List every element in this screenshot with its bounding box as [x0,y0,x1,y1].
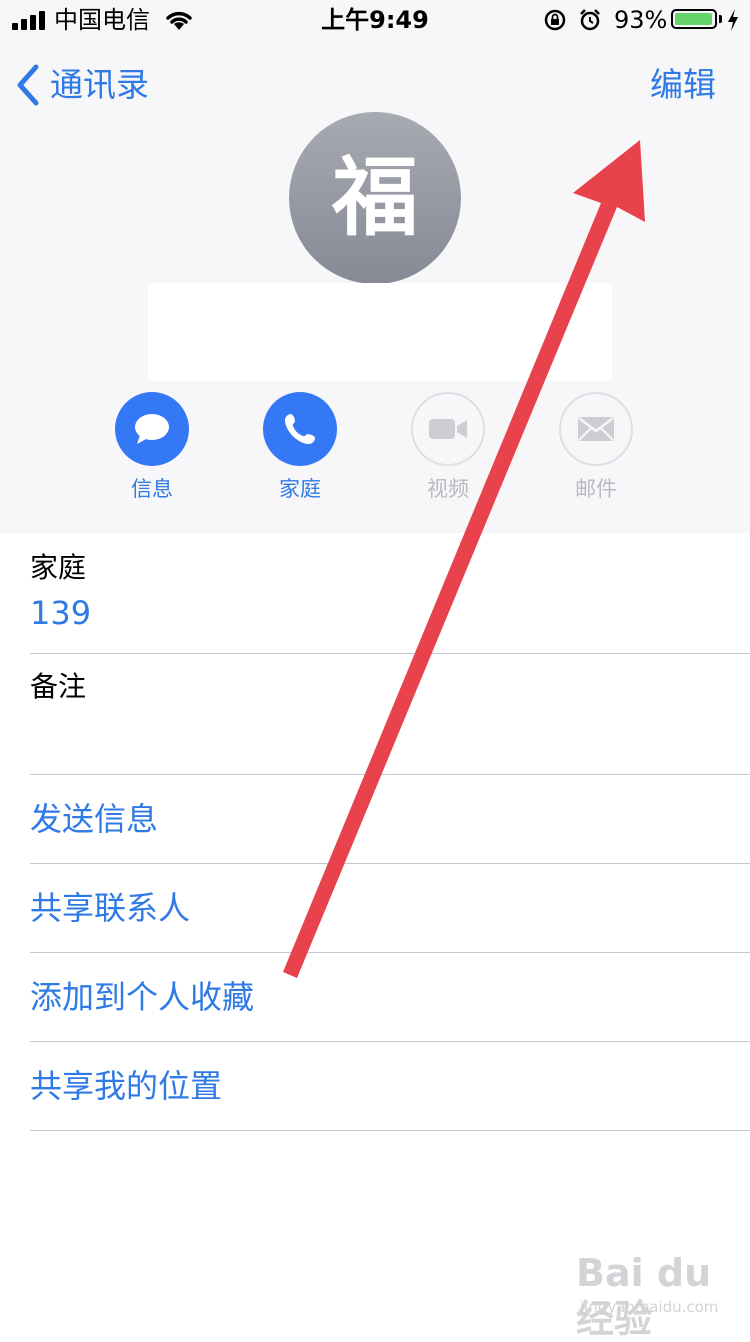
chevron-left-icon [17,64,39,106]
video-icon [429,419,467,439]
orientation-lock-icon [544,9,566,31]
watermark: Bai du 经验 jingyan.baidu.com [560,1250,740,1341]
mail-action-button[interactable]: 邮件 [546,392,646,502]
watermark-logo-text: Bai du 经验 [576,1251,712,1341]
video-action-button[interactable]: 视频 [398,392,498,502]
call-action-button[interactable]: 家庭 [250,392,350,502]
message-action-label: 信息 [131,477,173,501]
avatar: 福 [289,112,461,284]
watermark-url: jingyan.baidu.com [580,1298,719,1316]
back-button[interactable]: 通讯录 [14,60,149,110]
notes-row[interactable]: 备注 [30,654,750,775]
battery-cap [719,15,722,23]
mail-icon [578,417,614,441]
status-bar: 中国电信 上午9:49 93% [0,0,750,40]
phone-label: 家庭 [30,551,87,584]
mail-action-circle[interactable] [559,392,633,466]
send-message-row[interactable]: 发送信息 [30,775,750,864]
call-action-circle[interactable] [263,392,337,466]
video-action-label: 视频 [427,477,469,501]
share-contact-link[interactable]: 共享联系人 [30,888,190,928]
mail-action-label: 邮件 [575,477,617,501]
phone-row[interactable]: 家庭 139 [30,533,750,654]
battery-icon [671,9,717,29]
add-to-favorites-row[interactable]: 添加到个人收藏 [30,953,750,1042]
edit-button[interactable]: 编辑 [650,60,716,110]
message-icon [135,414,169,444]
phone-icon [285,414,315,444]
call-action-label: 家庭 [279,477,321,501]
video-action-circle[interactable] [411,392,485,466]
message-action-circle[interactable] [115,392,189,466]
contact-name-redacted [148,283,612,381]
send-message-link[interactable]: 发送信息 [30,799,158,839]
back-button-label: 通讯录 [50,65,149,104]
share-location-link[interactable]: 共享我的位置 [30,1066,222,1106]
phone-number[interactable]: 139 [30,593,91,633]
message-action-button[interactable]: 信息 [102,392,202,502]
charging-icon [728,9,738,31]
add-to-favorites-link[interactable]: 添加到个人收藏 [30,977,254,1017]
notes-label: 备注 [30,670,87,703]
share-location-row[interactable]: 共享我的位置 [30,1042,750,1131]
battery-percent: 93% [614,6,668,34]
share-contact-row[interactable]: 共享联系人 [30,864,750,953]
alarm-icon [580,9,600,31]
